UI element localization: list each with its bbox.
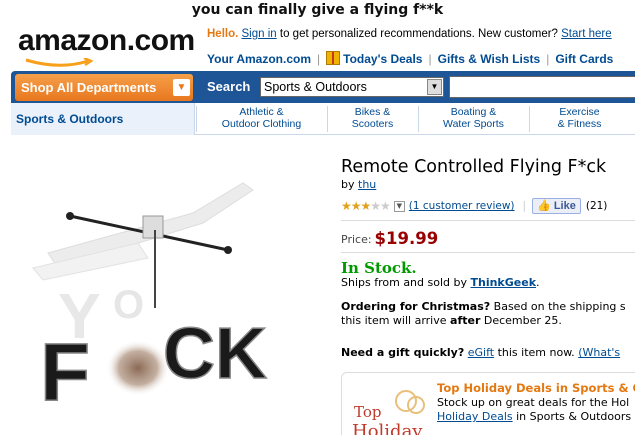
product-image[interactable]: Y O F CK bbox=[18, 168, 308, 430]
subnav-item-athletic-clothing[interactable]: Athletic & Outdoor Clothing bbox=[196, 106, 326, 132]
shop-all-departments-button[interactable]: Shop All Departments ▼ bbox=[15, 74, 193, 101]
blur-censor bbox=[106, 340, 170, 396]
svg-text:O: O bbox=[113, 283, 144, 327]
greeting: Hello. Sign in to get personalized recom… bbox=[207, 28, 612, 40]
amazon-logo[interactable]: amazon.com bbox=[18, 24, 195, 58]
holiday-deals-promo: Top Holiday Top Holiday Deals in Sports … bbox=[341, 372, 635, 435]
gift-cards-link[interactable]: Gift Cards bbox=[555, 52, 613, 66]
price-row: Price: $19.99 bbox=[341, 229, 439, 248]
subnav-item-boating-water-sports[interactable]: Boating & Water Sports bbox=[418, 106, 528, 132]
price: $19.99 bbox=[374, 229, 439, 248]
customer-review-link[interactable]: (1 customer review) bbox=[409, 200, 515, 212]
start-here-link[interactable]: Start here bbox=[561, 28, 612, 40]
subnav-item-bikes-scooters[interactable]: Bikes & Scooters bbox=[327, 106, 417, 132]
nav-bar: Shop All Departments ▼ Search Sports & O… bbox=[11, 71, 635, 103]
gift-icon bbox=[326, 51, 341, 65]
egift-link[interactable]: eGift bbox=[468, 346, 494, 359]
star-rating[interactable]: ★★★★★ bbox=[341, 199, 391, 213]
rating-row: ★★★★★ ▼ (1 customer review) | 👍 Like (21… bbox=[341, 198, 608, 214]
ships-from: Ships from and sold by ThinkGeek. bbox=[341, 276, 540, 289]
site-header: amazon.com Hello. Sign in to get persona… bbox=[0, 20, 635, 70]
holiday-badge[interactable]: Top Holiday bbox=[350, 383, 430, 435]
dropdown-arrow-icon: ▼ bbox=[427, 79, 442, 95]
whats-this-link[interactable]: (What's bbox=[578, 346, 620, 359]
author-link[interactable]: thu bbox=[358, 178, 376, 191]
seller-link[interactable]: ThinkGeek bbox=[471, 276, 537, 289]
your-amazon-link[interactable]: Your Amazon.com bbox=[207, 52, 311, 66]
promo-text: Stock up on great deals for the Hol Holi… bbox=[437, 396, 632, 423]
gifts-wishlists-link[interactable]: Gifts & Wish Lists bbox=[438, 52, 541, 66]
logo-smile-icon bbox=[25, 58, 94, 67]
gift-quickly: Need a gift quickly? eGift this item now… bbox=[341, 346, 621, 359]
svg-text:Top: Top bbox=[354, 403, 381, 421]
byline: by thu bbox=[341, 178, 377, 191]
svg-text:Holiday: Holiday bbox=[352, 421, 423, 435]
divider bbox=[341, 220, 635, 221]
sign-in-link[interactable]: Sign in bbox=[242, 28, 277, 40]
holiday-deals-link[interactable]: Holiday Deals bbox=[437, 410, 513, 423]
subnav-current-category[interactable]: Sports & Outdoors bbox=[11, 103, 195, 135]
stock-status: In Stock. bbox=[341, 259, 417, 277]
chevron-down-icon: ▼ bbox=[173, 79, 190, 96]
christmas-ordering-note: Ordering for Christmas? Based on the shi… bbox=[341, 300, 626, 327]
like-count: (21) bbox=[585, 200, 608, 212]
divider bbox=[341, 252, 635, 253]
promo-title[interactable]: Top Holiday Deals in Sports & O bbox=[437, 381, 635, 395]
search-category-select[interactable]: Sports & Outdoors ▼ bbox=[260, 77, 444, 97]
facebook-like-button[interactable]: 👍 Like bbox=[532, 198, 581, 214]
search-input[interactable] bbox=[449, 76, 635, 98]
product-title: Remote Controlled Flying F*ck bbox=[341, 157, 607, 177]
subnav-item-exercise-fitness[interactable]: Exercise & Fitness bbox=[529, 106, 629, 132]
search-label: Search bbox=[207, 79, 251, 94]
category-subnav: Sports & Outdoors Athletic & Outdoor Clot… bbox=[11, 103, 635, 135]
letter-f: F bbox=[40, 327, 90, 418]
letters-ck: CK bbox=[163, 314, 267, 394]
rating-dropdown-icon[interactable]: ▼ bbox=[393, 200, 405, 212]
todays-deals-link[interactable]: Today's Deals bbox=[326, 51, 422, 66]
meme-caption: you can finally give a flying f**k bbox=[0, 0, 635, 20]
top-links: Your Amazon.com | Today's Deals | Gifts & Wi… bbox=[207, 51, 614, 66]
